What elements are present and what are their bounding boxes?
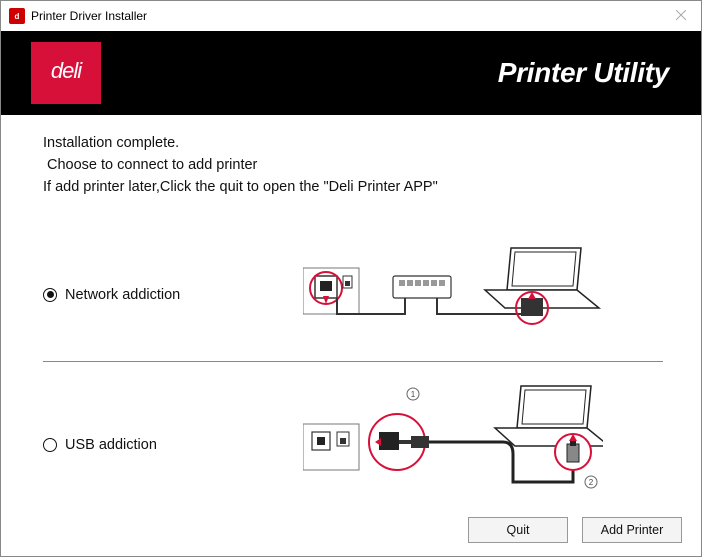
radio-network[interactable]: Network addiction: [43, 287, 303, 303]
radio-network-label: Network addiction: [65, 287, 180, 303]
option-network-row: Network addiction: [43, 246, 663, 343]
option-usb-row: USB addiction 1 2: [43, 382, 663, 507]
close-icon[interactable]: [673, 7, 689, 23]
usb-diagram: 1 2: [303, 382, 603, 507]
radio-usb-label: USB addiction: [65, 437, 157, 453]
svg-text:1: 1: [411, 390, 416, 399]
radio-icon: [43, 438, 57, 452]
radio-usb[interactable]: USB addiction: [43, 437, 303, 453]
message-line-3: If add printer later,Click the quit to o…: [43, 177, 663, 199]
window-title: Printer Driver Installer: [31, 9, 147, 23]
add-printer-button[interactable]: Add Printer: [582, 517, 682, 543]
quit-button[interactable]: Quit: [468, 517, 568, 543]
message-line-2: Choose to connect to add printer: [43, 155, 663, 177]
brand-logo: deli: [31, 42, 101, 104]
divider: [43, 361, 663, 362]
banner: deli Printer Utility: [1, 31, 701, 115]
titlebar: d Printer Driver Installer: [1, 1, 701, 31]
message-line-1: Installation complete.: [43, 133, 663, 155]
product-title: Printer Utility: [498, 57, 669, 89]
content-area: Installation complete. Choose to connect…: [1, 115, 701, 517]
app-icon: d: [9, 8, 25, 24]
network-diagram: [303, 246, 603, 343]
radio-icon: [43, 288, 57, 302]
svg-text:2: 2: [589, 478, 594, 487]
footer-buttons: Quit Add Printer: [468, 517, 682, 543]
